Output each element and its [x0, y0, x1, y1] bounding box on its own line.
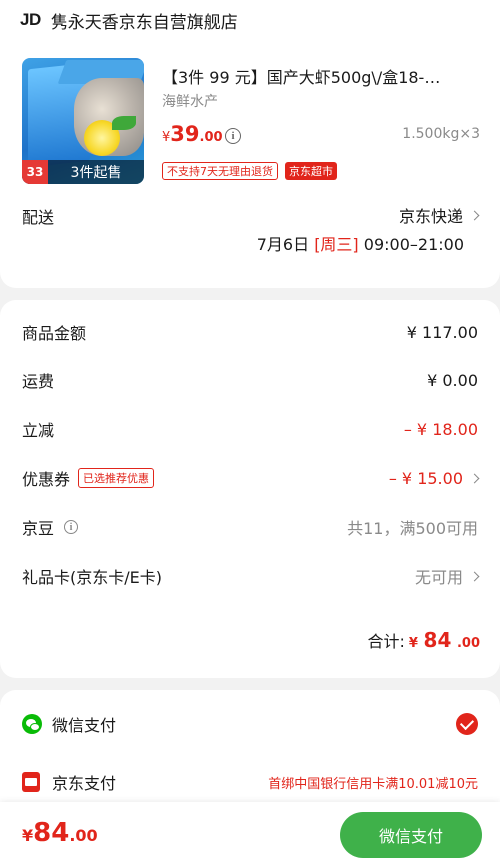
product-image[interactable]: 33 3件起售	[22, 58, 144, 184]
giftcard-row[interactable]: 礼品卡(京东卡/E卡) 无可用	[22, 561, 480, 591]
price-integer: 39	[170, 122, 200, 146]
delivery-label: 配送	[22, 208, 55, 227]
giftcard-label: 礼品卡(京东卡/E卡)	[22, 568, 162, 587]
product-weight-qty: 1.500kg×3	[402, 126, 480, 142]
store-header[interactable]: JD 隽永天香京东自营旗舰店	[0, 0, 500, 40]
coupon-label: 优惠券	[22, 470, 71, 489]
product-price: ¥ 39 .00	[162, 122, 223, 146]
price-decimal: .00	[199, 130, 223, 145]
order-amount-card: 商品金额 ¥ 117.00 运费 ¥ 0.00 立减 – ¥ 18.00 优惠券…	[0, 300, 500, 678]
chevron-right-icon	[469, 571, 480, 581]
goods-amount-label: 商品金额	[22, 324, 87, 343]
jd-pay-promo: 首绑中国银行信用卡满10.01减10元	[268, 776, 478, 792]
jd-pay-option[interactable]: 京东支付 首绑中国银行信用卡满10.01减10元	[22, 765, 478, 799]
wechat-pay-button[interactable]: 微信支付	[340, 812, 482, 858]
product-card: 33 3件起售 【3件 99 元】国产大虾500g\/盒18-… 海鲜水产 ¥ …	[0, 40, 500, 288]
checkout-currency: ¥	[22, 826, 34, 845]
shipping-label: 运费	[22, 372, 55, 391]
jingdou-row[interactable]: 京豆 i 共11，满500可用	[22, 512, 478, 542]
checkout-decimal: .00	[69, 826, 98, 845]
delivery-method-selector[interactable]: 京东快递	[398, 203, 480, 227]
jd-pay-icon	[22, 772, 40, 792]
jd-logo: JD	[20, 10, 41, 29]
wechat-pay-label: 微信支付	[52, 716, 117, 735]
coupon-value: – ¥ 15.00	[388, 468, 463, 488]
giftcard-value: 无可用	[414, 568, 463, 587]
order-total: 合计: ¥ 84 .00	[368, 628, 480, 652]
price-currency: ¥	[162, 130, 171, 145]
jingdou-label: 京豆	[22, 519, 55, 538]
delivery-time-range: 09:00–21:00	[363, 235, 464, 254]
no-return-tag: 不支持7天无理由退货	[162, 162, 278, 180]
goods-amount-value: ¥ 117.00	[406, 322, 478, 342]
goods-amount-row: 商品金额 ¥ 117.00	[22, 317, 478, 347]
shipping-row: 运费 ¥ 0.00	[22, 365, 478, 395]
shipping-value: ¥ 0.00	[427, 370, 478, 390]
discount-label: 立减	[22, 421, 55, 440]
product-category: 海鲜水产	[162, 94, 218, 110]
total-decimal: .00	[456, 636, 480, 651]
checkout-total: ¥ 84 .00	[22, 818, 98, 848]
chevron-right-icon	[469, 210, 480, 220]
checkout-bar: ¥ 84 .00 微信支付	[0, 802, 500, 868]
total-integer: 84	[423, 628, 452, 652]
delivery-time[interactable]: 7月6日 [周三] 09:00–21:00	[257, 231, 464, 255]
wechat-pay-icon	[22, 714, 42, 734]
jd-pay-label: 京东支付	[52, 774, 117, 793]
image-badge-number: 33	[22, 160, 48, 184]
price-info-icon[interactable]: i	[225, 128, 241, 144]
jd-supermarket-tag: 京东超市	[285, 162, 337, 180]
chevron-right-icon	[469, 473, 480, 483]
selected-check-icon[interactable]	[456, 713, 478, 735]
total-label: 合计:	[367, 632, 405, 651]
total-currency: ¥	[408, 636, 418, 651]
delivery-date: 7月6日	[256, 235, 310, 254]
jingdou-info-icon[interactable]: i	[64, 520, 79, 534]
discount-row: 立减 – ¥ 18.00	[22, 414, 478, 444]
delivery-weekday: [周三]	[314, 235, 359, 254]
product-title[interactable]: 【3件 99 元】国产大虾500g\/盒18-…	[162, 64, 480, 88]
min-purchase-label: 3件起售	[70, 165, 122, 181]
leaf-graphic	[112, 116, 136, 130]
wechat-pay-option[interactable]: 微信支付	[22, 707, 478, 741]
coupon-row[interactable]: 优惠券 已选推荐优惠 – ¥ 15.00	[22, 463, 480, 493]
checkout-integer: 84	[33, 818, 70, 848]
coupon-recommended-tag: 已选推荐优惠	[78, 468, 155, 488]
delivery-method: 京东快递	[398, 207, 463, 226]
store-name[interactable]: 隽永天香京东自营旗舰店	[51, 8, 238, 33]
discount-value: – ¥ 18.00	[403, 419, 478, 439]
jingdou-value: 共11，满500可用	[347, 519, 478, 538]
